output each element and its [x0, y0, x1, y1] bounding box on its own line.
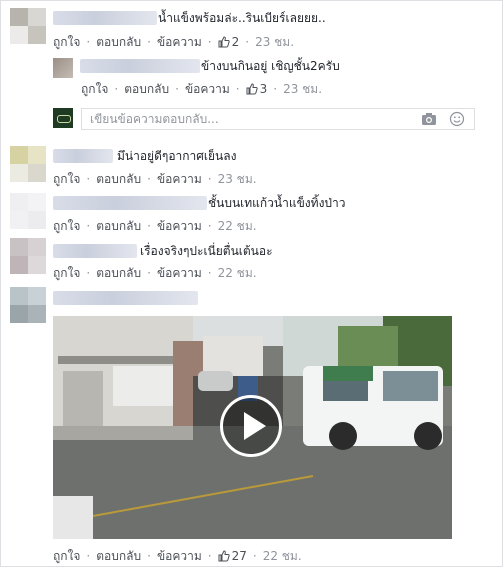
comment-actions: ถูกใจ · ตอบกลับ · ข้อความ · 2 · 23 ชม. — [53, 35, 295, 49]
video-thumbnail[interactable] — [53, 316, 452, 539]
like-link[interactable]: ถูกใจ — [53, 172, 80, 186]
comment-text: ข้างบนกินอยู่ เชิญชั้น2ครับ — [201, 59, 340, 73]
like-count[interactable]: 2 — [218, 35, 239, 49]
smiley-icon[interactable] — [449, 111, 465, 127]
play-icon[interactable] — [220, 395, 282, 457]
commenter-name[interactable] — [53, 196, 207, 210]
comments-panel: น้ำแข็งพร้อมล่ะ..รินเบียร์เลยยย.. ถูกใจ ·… — [0, 0, 503, 567]
avatar[interactable] — [10, 193, 46, 229]
avatar[interactable] — [10, 8, 46, 44]
timestamp[interactable]: 23 ชม. — [218, 172, 257, 186]
thumbs-up-icon — [218, 36, 230, 48]
like-link[interactable]: ถูกใจ — [53, 266, 80, 280]
reply-input[interactable]: เขียนข้อความตอบกลับ... — [81, 108, 475, 130]
like-link[interactable]: ถูกใจ — [53, 35, 80, 49]
commenter-name[interactable] — [53, 11, 157, 25]
comment-actions: ถูกใจ · ตอบกลับ · ข้อความ · 27 · 22 ชม. — [53, 549, 302, 563]
comment-actions: ถูกใจ · ตอบกลับ · ข้อความ · 22 ชม. — [53, 266, 257, 280]
message-link[interactable]: ข้อความ — [157, 266, 202, 280]
like-count[interactable]: 3 — [246, 82, 267, 96]
comment-text: ชั้นบนเทแก้วน้ำแข็งทิ้งป่าว — [208, 196, 346, 210]
timestamp[interactable]: 23 ชม. — [283, 82, 322, 96]
current-user-avatar — [53, 108, 73, 128]
commenter-name[interactable] — [53, 291, 198, 305]
like-count[interactable]: 27 — [218, 549, 247, 563]
message-link[interactable]: ข้อความ — [157, 549, 202, 563]
reply-link[interactable]: ตอบกลับ — [96, 35, 141, 49]
reply-link[interactable]: ตอบกลับ — [96, 219, 141, 233]
message-link[interactable]: ข้อความ — [157, 35, 202, 49]
reply-placeholder: เขียนข้อความตอบกลับ... — [90, 112, 219, 126]
thumbs-up-icon — [246, 83, 258, 95]
commenter-name[interactable] — [80, 59, 200, 73]
avatar[interactable] — [10, 287, 46, 323]
camera-icon[interactable] — [421, 112, 437, 126]
reply-link[interactable]: ตอบกลับ — [96, 549, 141, 563]
timestamp[interactable]: 22 ชม. — [263, 549, 302, 563]
avatar[interactable] — [53, 58, 73, 78]
reply-link[interactable]: ตอบกลับ — [96, 172, 141, 186]
comment-actions: ถูกใจ · ตอบกลับ · ข้อความ · 22 ชม. — [53, 219, 257, 233]
message-link[interactable]: ข้อความ — [157, 219, 202, 233]
message-link[interactable]: ข้อความ — [185, 82, 230, 96]
avatar[interactable] — [10, 146, 46, 182]
comment-text: มึน่าอยู่ดีๆอากาศเย็นลง — [117, 149, 237, 163]
avatar[interactable] — [10, 238, 46, 274]
comment-actions: ถูกใจ · ตอบกลับ · ข้อความ · 3 · 23 ชม. — [81, 82, 323, 96]
commenter-name[interactable] — [53, 149, 113, 163]
comment-text: น้ำแข็งพร้อมล่ะ..รินเบียร์เลยยย.. — [158, 11, 326, 25]
comment-text: เรื่องจริงๆปะเนี่ยตื่นเต้นอะ — [140, 244, 273, 258]
comment-actions: ถูกใจ · ตอบกลับ · ข้อความ · 23 ชม. — [53, 172, 257, 186]
commenter-name[interactable] — [53, 244, 137, 258]
timestamp[interactable]: 23 ชม. — [255, 35, 294, 49]
reply-link[interactable]: ตอบกลับ — [124, 82, 169, 96]
like-link[interactable]: ถูกใจ — [53, 549, 80, 563]
timestamp[interactable]: 22 ชม. — [218, 266, 257, 280]
timestamp[interactable]: 22 ชม. — [218, 219, 257, 233]
like-link[interactable]: ถูกใจ — [53, 219, 80, 233]
thumbs-up-icon — [218, 550, 230, 562]
like-link[interactable]: ถูกใจ — [81, 82, 108, 96]
reply-link[interactable]: ตอบกลับ — [96, 266, 141, 280]
message-link[interactable]: ข้อความ — [157, 172, 202, 186]
